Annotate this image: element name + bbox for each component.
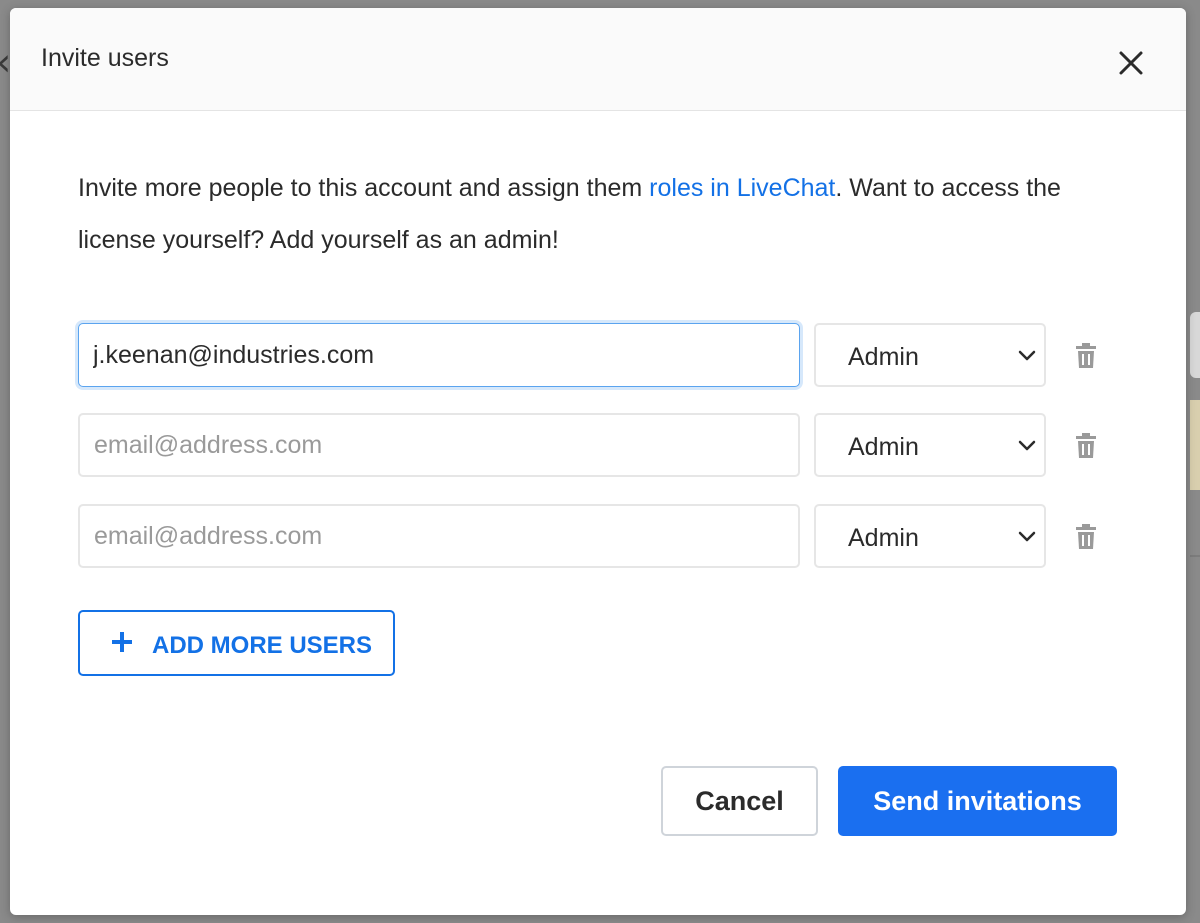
intro-text-start: Invite more people to this account and a…	[78, 174, 650, 202]
role-select[interactable]: Admin	[814, 504, 1046, 568]
remove-row-button[interactable]	[1074, 524, 1098, 550]
background-panel-box	[1190, 312, 1200, 378]
role-select[interactable]: Admin	[814, 323, 1046, 387]
role-select-value: Admin	[848, 433, 919, 461]
add-more-users-button[interactable]: ADD MORE USERS	[78, 610, 395, 676]
trash-icon	[1076, 433, 1096, 458]
chevron-down-icon	[1018, 440, 1036, 451]
role-select-value: Admin	[848, 524, 919, 552]
role-select[interactable]: Admin	[814, 413, 1046, 477]
roles-link[interactable]: roles in LiveChat	[649, 174, 835, 202]
chevron-down-icon	[1018, 350, 1036, 361]
invite-row: Admin	[78, 413, 1118, 479]
background-panel-band	[1190, 400, 1200, 490]
invite-row: Admin	[78, 504, 1118, 570]
close-button[interactable]	[1116, 48, 1146, 78]
remove-row-button[interactable]	[1074, 433, 1098, 459]
modal-header: Invite users	[10, 8, 1186, 111]
plus-icon	[112, 632, 132, 652]
email-input[interactable]	[78, 504, 800, 568]
invite-description: Invite more people to this account and a…	[78, 162, 1138, 266]
chevron-down-icon	[1018, 531, 1036, 542]
invite-row: Admin	[78, 323, 1118, 389]
trash-icon	[1076, 343, 1096, 368]
close-icon	[1119, 51, 1143, 75]
invite-users-modal: Invite users Invite more people to this …	[10, 8, 1186, 915]
cancel-button[interactable]: Cancel	[661, 766, 818, 836]
send-invitations-button[interactable]: Send invitations	[838, 766, 1117, 836]
email-input[interactable]	[78, 413, 800, 477]
trash-icon	[1076, 524, 1096, 549]
modal-title: Invite users	[41, 44, 169, 72]
add-more-users-label: ADD MORE USERS	[152, 632, 373, 659]
role-select-value: Admin	[848, 343, 919, 371]
remove-row-button[interactable]	[1074, 343, 1098, 369]
email-input[interactable]	[78, 323, 800, 387]
background-divider	[1190, 555, 1200, 557]
